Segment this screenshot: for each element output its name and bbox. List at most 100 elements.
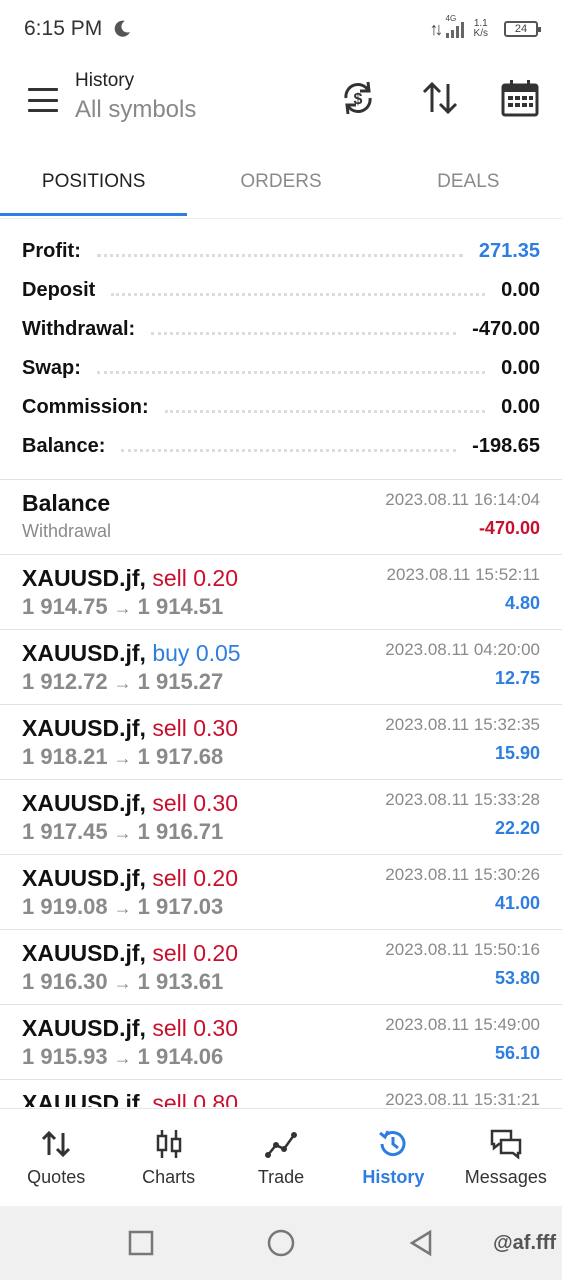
deal-type: buy 0.05 [152, 640, 241, 666]
deal-type: sell 0.20 [152, 565, 239, 591]
network-type: 4G [445, 14, 457, 23]
nav-label: Quotes [27, 1167, 86, 1187]
nav-label: History [362, 1167, 425, 1187]
deal-profit: 56.10 [494, 1043, 540, 1063]
deal-prices: 1 915.93 → 1 914.06 [22, 1044, 238, 1070]
deal-time: 2023.08.11 15:52:11 [386, 565, 540, 584]
deal-row[interactable]: XAUUSD.jf, sell 0.30 1 917.45 → 1 916.71 202… [0, 780, 562, 855]
summary-label: Withdrawal: [22, 318, 136, 340]
trade-line-chart-icon [265, 1132, 298, 1158]
home-icon[interactable] [266, 1228, 296, 1258]
tab-orders[interactable]: ORDERS [187, 152, 374, 212]
deal-open-price: 1 917.45 [22, 819, 108, 844]
deal-row[interactable]: XAUUSD.jf, sell 0.30 1 918.21 → 1 917.68 202… [0, 705, 562, 780]
summary-label: Profit: [22, 240, 81, 262]
svg-text:$: $ [354, 91, 363, 108]
summary-value: 0.00 [501, 357, 540, 379]
deal-time: 2023.08.11 15:49:00 [385, 1015, 540, 1034]
tab-divider [0, 218, 562, 219]
deal-prices: 1 916.30 → 1 913.61 [22, 969, 238, 995]
deal-open-price: 1 918.21 [22, 744, 108, 769]
summary-row-deposit: Deposit 0.00 [22, 271, 540, 310]
price-arrow-icon: → [113, 748, 132, 768]
deal-row[interactable]: XAUUSD.jf, sell 0.20 1 914.75 → 1 914.51 202… [0, 555, 562, 630]
deal-symbol: XAUUSD.jf, [22, 1015, 146, 1041]
deal-row[interactable]: XAUUSD.jf, sell 0.20 1 919.08 → 1 917.03 202… [0, 855, 562, 930]
deal-symbol: XAUUSD.jf, [22, 790, 146, 816]
calendar-icon[interactable] [500, 78, 540, 118]
balance-title: Balance [22, 490, 111, 516]
deal-time: 2023.08.11 15:33:28 [385, 790, 540, 809]
symbol-filter: All symbols [75, 96, 197, 123]
deal-profit: 41.00 [494, 893, 540, 913]
summary-row-profit: Profit: 271.35 [22, 232, 540, 271]
signal-icon: 4G [445, 14, 464, 38]
recent-apps-icon[interactable] [126, 1228, 156, 1258]
balance-amount: -470.00 [478, 518, 540, 538]
summary-row-swap: Swap: 0.00 [22, 349, 540, 388]
deal-type: sell 0.30 [152, 715, 239, 741]
refresh-currency-icon[interactable]: $ [338, 78, 378, 118]
deal-open-price: 1 912.72 [22, 669, 108, 694]
nav-quotes[interactable]: Quotes [0, 1109, 112, 1206]
candlestick-chart-icon [156, 1130, 181, 1158]
summary-row-commission: Commission: 0.00 [22, 388, 540, 427]
nav-label: Charts [142, 1167, 196, 1187]
app-bar: History All symbols $ [0, 62, 562, 142]
balance-entry[interactable]: Balance Withdrawal 2023.08.11 16:14:04 -… [0, 480, 562, 555]
speed-unit: K/s [473, 28, 488, 39]
deal-open-price: 1 914.75 [22, 594, 108, 619]
summary-panel: Profit: 271.35 Deposit 0.00 Withdrawal: -47… [22, 232, 540, 466]
deal-type: sell 0.30 [152, 790, 239, 816]
summary-value: 0.00 [501, 396, 540, 418]
summary-label: Deposit [22, 279, 96, 301]
summary-row-balance: Balance: -198.65 [22, 427, 540, 466]
deal-open-price: 1 919.08 [22, 894, 108, 919]
deal-prices: 1 914.75 → 1 914.51 [22, 594, 238, 620]
deal-profit: 15.90 [494, 743, 540, 763]
price-arrow-icon: → [113, 898, 132, 918]
deal-row[interactable]: XAUUSD.jf, sell 0.30 1 915.93 → 1 914.06 202… [0, 1005, 562, 1080]
title-block[interactable]: History All symbols [75, 70, 196, 124]
nav-charts[interactable]: Charts [112, 1109, 224, 1206]
back-icon[interactable] [406, 1228, 436, 1258]
deal-row[interactable]: XAUUSD.jf, buy 0.05 1 912.72 → 1 915.27 2023… [0, 630, 562, 705]
summary-row-withdrawal: Withdrawal: -470.00 [22, 310, 540, 349]
nav-messages[interactable]: Messages [450, 1109, 562, 1206]
price-arrow-icon: → [113, 823, 132, 843]
menu-icon[interactable] [28, 88, 58, 112]
deal-type: sell 0.30 [152, 1015, 239, 1041]
deal-close-price: 1 914.06 [137, 1044, 224, 1069]
tab-positions[interactable]: POSITIONS [0, 152, 188, 216]
price-arrow-icon: → [113, 973, 132, 993]
nav-label: Messages [464, 1167, 547, 1187]
nav-history[interactable]: History [337, 1109, 449, 1206]
summary-label: Commission: [22, 396, 149, 418]
deal-symbol: XAUUSD.jf, [22, 565, 146, 591]
tab-bar: POSITIONS ORDERS DEALS [0, 152, 562, 218]
deal-prices: 1 912.72 → 1 915.27 [22, 669, 241, 695]
page-title: History [75, 70, 135, 91]
network-speed: 1.1 K/s [474, 19, 488, 39]
deal-symbol-line: XAUUSD.jf, sell 0.20 [22, 565, 238, 592]
status-indicators: ↑↓ 4G 1.1 K/s 24 [430, 14, 541, 40]
deal-row[interactable]: XAUUSD.jf, sell 0.80 2023.08.11 15:31:21 [0, 1080, 562, 1107]
deal-row[interactable]: XAUUSD.jf, sell 0.20 1 916.30 → 1 913.61 202… [0, 930, 562, 1005]
deal-profit: 4.80 [504, 593, 540, 613]
deal-time: 2023.08.11 15:30:26 [385, 865, 540, 884]
deal-symbol-line: XAUUSD.jf, sell 0.30 [22, 715, 238, 742]
nav-trade[interactable]: Trade [225, 1109, 337, 1206]
deal-time: 2023.08.11 15:50:16 [385, 940, 540, 959]
moon-icon [114, 20, 131, 37]
battery-level: 24 [514, 23, 528, 35]
quotes-arrows-icon [42, 1130, 71, 1158]
status-bar: 6:15 PM ↑↓ 4G 1.1 K/s 24 [0, 0, 562, 58]
nav-label: Trade [257, 1167, 305, 1187]
price-arrow-icon: → [113, 1048, 132, 1068]
tab-deals[interactable]: DEALS [375, 152, 562, 212]
deal-symbol-line: XAUUSD.jf, sell 0.30 [22, 790, 238, 817]
sort-icon[interactable] [420, 78, 460, 118]
balance-time: 2023.08.11 16:14:04 [385, 490, 540, 509]
deal-symbol-line: XAUUSD.jf, sell 0.20 [22, 940, 238, 967]
deal-symbol: XAUUSD.jf, [22, 715, 146, 741]
